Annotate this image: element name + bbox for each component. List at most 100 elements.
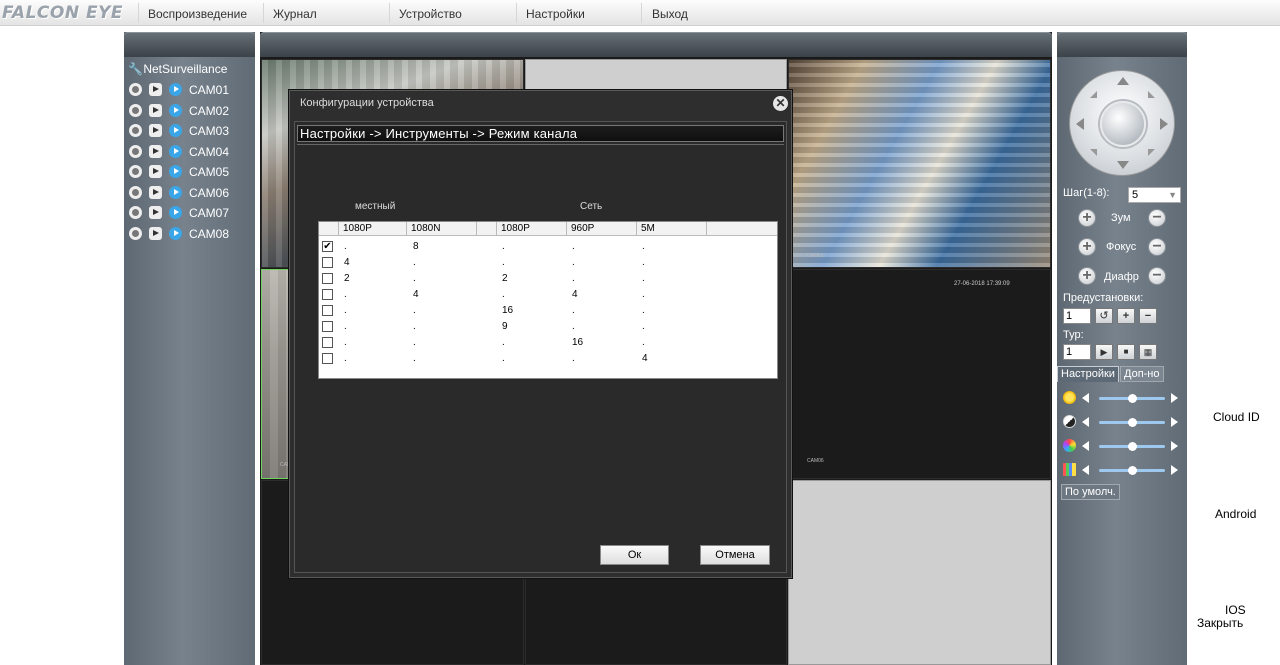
live-view-icon[interactable] <box>169 165 182 178</box>
tour-input[interactable]: 1 <box>1063 344 1091 360</box>
table-row[interactable]: ✔ . 8 . . . <box>319 239 777 255</box>
slider-thumb[interactable] <box>1127 418 1137 427</box>
slider-right-arrow-icon[interactable] <box>1171 417 1178 427</box>
camera-item-cam05[interactable]: CAM05 <box>129 164 229 180</box>
slider-track[interactable] <box>1099 394 1165 403</box>
ok-button[interactable]: Ок <box>600 545 669 565</box>
android-link[interactable]: Android <box>1215 507 1256 521</box>
play-icon[interactable] <box>149 145 162 158</box>
camera-item-cam03[interactable]: CAM03 <box>129 123 229 139</box>
live-view-icon[interactable] <box>169 206 182 219</box>
table-row[interactable]: . . 16 . . <box>319 303 777 319</box>
menu-settings[interactable]: Настройки <box>526 0 585 26</box>
video-tile-3[interactable]: CAM01 <box>788 59 1051 268</box>
slider-right-arrow-icon[interactable] <box>1171 465 1178 475</box>
table-row[interactable]: 4 . . . . <box>319 255 777 271</box>
tour-grid-icon[interactable]: ▦ <box>1139 344 1157 360</box>
focus-near-button[interactable]: + <box>1078 238 1096 256</box>
slider-left-arrow-icon[interactable] <box>1082 441 1089 451</box>
record-icon[interactable] <box>129 186 142 199</box>
cloud-id-link[interactable]: Cloud ID <box>1213 410 1260 424</box>
live-view-icon[interactable] <box>169 124 182 137</box>
focus-far-button[interactable]: − <box>1148 238 1166 256</box>
play-icon[interactable] <box>149 165 162 178</box>
camera-item-cam08[interactable]: CAM08 <box>129 226 229 242</box>
camera-item-cam07[interactable]: CAM07 <box>129 205 229 221</box>
iris-close-button[interactable]: − <box>1148 267 1166 285</box>
table-row[interactable]: . . . 16 . <box>319 335 777 351</box>
slider-track[interactable] <box>1099 418 1165 427</box>
live-view-icon[interactable] <box>169 83 182 96</box>
ptz-down-icon[interactable] <box>1117 161 1129 169</box>
preset-input[interactable]: 1 <box>1063 308 1091 324</box>
ptz-center-button[interactable] <box>1100 101 1146 147</box>
menu-log[interactable]: Журнал <box>273 0 317 26</box>
camera-item-cam02[interactable]: CAM02 <box>129 103 229 119</box>
slider-right-arrow-icon[interactable] <box>1171 441 1178 451</box>
ptz-left-icon[interactable] <box>1076 118 1084 130</box>
step-select[interactable]: 5 ▼ <box>1128 187 1181 203</box>
play-icon[interactable] <box>149 104 162 117</box>
play-icon[interactable] <box>149 206 162 219</box>
preset-remove-icon[interactable]: − <box>1139 308 1157 324</box>
slider-left-arrow-icon[interactable] <box>1082 393 1089 403</box>
table-row[interactable]: . . . . 4 <box>319 351 777 367</box>
camera-item-cam01[interactable]: CAM01 <box>129 82 229 98</box>
slider-track[interactable] <box>1099 442 1165 451</box>
play-icon[interactable] <box>149 227 162 240</box>
camera-item-cam04[interactable]: CAM04 <box>129 144 229 160</box>
table-row[interactable]: . 4 . 4 . <box>319 287 777 303</box>
ptz-right-icon[interactable] <box>1160 118 1168 130</box>
ptz-up-icon[interactable] <box>1117 77 1129 85</box>
mode-checkbox[interactable]: ✔ <box>322 241 333 252</box>
ptz-down-right-icon[interactable] <box>1148 149 1155 156</box>
iris-open-button[interactable]: + <box>1078 267 1096 285</box>
ptz-down-left-icon[interactable] <box>1090 149 1097 156</box>
play-icon[interactable] <box>149 124 162 137</box>
cancel-button[interactable]: Отмена <box>700 545 770 565</box>
menu-device[interactable]: Устройство <box>399 0 462 26</box>
preset-add-icon[interactable]: + <box>1117 308 1135 324</box>
close-link[interactable]: Закрыть <box>1197 616 1243 630</box>
record-icon[interactable] <box>129 165 142 178</box>
device-root[interactable]: 🔧 NetSurveillance <box>128 61 227 77</box>
mode-checkbox[interactable] <box>322 353 333 364</box>
mode-checkbox[interactable] <box>322 305 333 316</box>
camera-item-cam06[interactable]: CAM06 <box>129 185 229 201</box>
ios-link[interactable]: IOS <box>1225 603 1246 617</box>
record-icon[interactable] <box>129 104 142 117</box>
video-tile-6[interactable]: 27-06-2018 17:39:09 CAM06 <box>788 269 1051 479</box>
play-icon[interactable] <box>149 83 162 96</box>
menu-playback[interactable]: Воспроизведение <box>148 0 247 26</box>
contrast-slider[interactable] <box>1063 414 1183 430</box>
tab-settings[interactable]: Настройки <box>1057 366 1119 382</box>
close-icon[interactable]: ✕ <box>773 96 788 111</box>
live-view-icon[interactable] <box>169 227 182 240</box>
tour-stop-icon[interactable]: ■ <box>1117 344 1135 360</box>
mode-checkbox[interactable] <box>322 257 333 268</box>
record-icon[interactable] <box>129 145 142 158</box>
slider-left-arrow-icon[interactable] <box>1082 417 1089 427</box>
slider-thumb[interactable] <box>1127 466 1137 475</box>
live-view-icon[interactable] <box>169 104 182 117</box>
tab-extra[interactable]: Доп-но <box>1120 366 1164 382</box>
play-icon[interactable] <box>149 186 162 199</box>
menu-logout[interactable]: Выход <box>652 0 688 26</box>
record-icon[interactable] <box>129 124 142 137</box>
preset-goto-icon[interactable]: ↺ <box>1095 308 1113 324</box>
tour-play-icon[interactable]: ▶ <box>1095 344 1113 360</box>
table-row[interactable]: 2 . 2 . . <box>319 271 777 287</box>
mode-checkbox[interactable] <box>322 289 333 300</box>
zoom-out-button[interactable]: − <box>1148 209 1166 227</box>
live-view-icon[interactable] <box>169 186 182 199</box>
slider-left-arrow-icon[interactable] <box>1082 465 1089 475</box>
brightness-slider[interactable] <box>1063 390 1183 406</box>
video-tile-9[interactable] <box>788 480 1051 665</box>
ptz-up-right-icon[interactable] <box>1148 91 1155 98</box>
record-icon[interactable] <box>129 206 142 219</box>
ptz-up-left-icon[interactable] <box>1090 91 1097 98</box>
record-icon[interactable] <box>129 227 142 240</box>
slider-track[interactable] <box>1099 466 1165 475</box>
table-row[interactable]: . . 9 . . <box>319 319 777 335</box>
slider-thumb[interactable] <box>1127 394 1137 403</box>
